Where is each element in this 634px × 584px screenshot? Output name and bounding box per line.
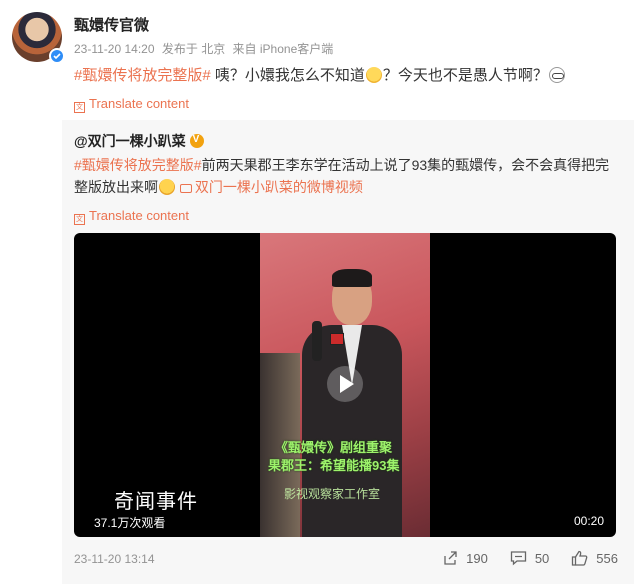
share-count: 190 (466, 550, 488, 566)
post-location: 发布于 北京 (161, 42, 226, 56)
post-source: 来自 iPhone客户端 (232, 42, 334, 56)
comment-button[interactable]: 50 (510, 550, 549, 566)
play-icon[interactable] (327, 366, 363, 402)
post-text: #甄嬛传将放完整版# 咦？小嬛我怎么不知道 ？今天也不是愚人节啊？ (74, 66, 614, 86)
video-link[interactable]: 双门一棵小趴菜的微博视频 (179, 179, 363, 195)
video-watermark: 奇闻事件 (114, 491, 198, 513)
translate-label: Translate content (89, 96, 189, 111)
verified-badge-icon (189, 134, 204, 148)
microphone (312, 321, 322, 361)
post-header: 甄嬛传官微 23-11-20 14:20 发布于 北京 来自 iPhone客户端 (12, 12, 612, 64)
video-player[interactable]: 《甄嬛传》剧组重聚 果郡王：希望能播93集 影视观察家工作室 奇闻事件 37.1… (74, 233, 616, 537)
video-subtitle-3: 影视观察家工作室 (284, 487, 381, 501)
comment-icon (510, 551, 526, 566)
repost-author[interactable]: @双门一棵小趴菜 (74, 131, 204, 151)
repost-translate-label: Translate content (89, 208, 189, 223)
repost-actions: 190 50 556 (420, 548, 618, 568)
translate-button[interactable]: 文 Translate content (74, 96, 189, 113)
like-count: 556 (596, 550, 618, 566)
thinking-emoji-icon (365, 67, 382, 83)
repost-hashtag[interactable]: #甄嬛传将放完整版# (74, 157, 202, 173)
comment-count: 50 (534, 550, 550, 566)
post-hashtag[interactable]: #甄嬛传将放完整版# (74, 67, 211, 84)
repost-time[interactable]: 23-11-20 13:14 (74, 552, 155, 566)
video-camera-icon (179, 184, 192, 193)
grin-emoji-icon (159, 179, 175, 195)
author-name[interactable]: 甄嬛传官微 (74, 14, 149, 35)
share-icon (444, 551, 457, 565)
translate-icon: 文 (74, 102, 85, 113)
repost-card[interactable]: @双门一棵小趴菜 #甄嬛传将放完整版#前两天果郡王李东学在活动上说了93集的甄嬛… (62, 120, 634, 584)
glasses-emoji-icon (548, 67, 565, 83)
like-icon (572, 550, 588, 566)
video-view-count: 37.1万次观看 (94, 516, 166, 530)
post-time[interactable]: 23-11-20 14:20 (74, 42, 155, 56)
post-meta: 23-11-20 14:20 发布于 北京 来自 iPhone客户端 (74, 40, 337, 57)
video-duration: 00:20 (573, 514, 604, 528)
repost-author-name[interactable]: @双门一棵小趴菜 (74, 133, 186, 149)
repost-text: #甄嬛传将放完整版#前两天果郡王李东学在活动上说了93集的甄嬛传，会不会真得把完… (74, 154, 622, 198)
like-button[interactable]: 556 (571, 550, 618, 566)
video-subtitle-1: 《甄嬛传》剧组重聚 (275, 440, 393, 455)
share-button[interactable]: 190 (442, 550, 488, 566)
post-text-part1: 咦？小嬛我怎么不知道 (210, 67, 365, 84)
post-text-part2: ？今天也不是愚人节啊？ (382, 67, 548, 84)
author-avatar[interactable] (12, 12, 65, 64)
repost-translate-button[interactable]: 文 Translate content (74, 208, 189, 225)
translate-icon: 文 (74, 214, 85, 225)
video-link-label: 双门一棵小趴菜的微博视频 (194, 179, 363, 195)
verified-badge-icon (49, 48, 65, 64)
video-subtitle-2: 果郡王：希望能播93集 (268, 458, 400, 473)
